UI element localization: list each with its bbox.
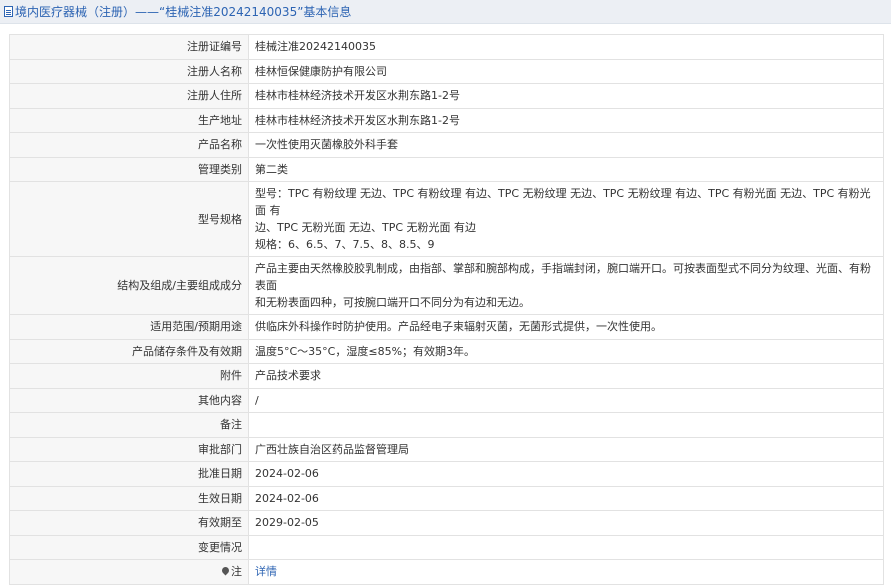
table-row: 产品储存条件及有效期 温度5°C～35°C，湿度≤85%；有效期3年。: [9, 338, 884, 364]
row-label-attachment: 附件: [9, 363, 249, 389]
row-label-structure-composition: 结构及组成/主要组成成分: [9, 256, 249, 315]
registration-number-value: 桂械注准20242140035: [248, 34, 884, 60]
row-label-management-category: 管理类别: [9, 156, 249, 182]
document-icon: [4, 6, 13, 17]
row-label-valid-until: 有效期至: [9, 510, 249, 536]
table-row: 产品名称 一次性使用灭菌橡胶外科手套: [9, 132, 884, 158]
approval-department-value: 广西壮族自治区药品监督管理局: [248, 436, 884, 462]
row-label-note: 注: [9, 559, 249, 585]
note-value: 详情: [248, 559, 884, 585]
row-label-registrant-address: 注册人住所: [9, 83, 249, 109]
structure-composition-line: 产品主要由天然橡胶胶乳制成，由指部、掌部和腕部构成，手指端封闭，腕口端开口。可按…: [255, 262, 871, 292]
page-header: 境内医疗器械（注册）——“桂械注准20242140035”基本信息: [0, 0, 891, 24]
row-label-product-name: 产品名称: [9, 132, 249, 158]
row-label-production-address: 生产地址: [9, 107, 249, 133]
model-spec-line: 边、TPC 无粉光面 无边、TPC 无粉光面 有边: [255, 221, 477, 234]
product-name-value: 一次性使用灭菌橡胶外科手套: [248, 132, 884, 158]
model-spec-line: 规格：6、6.5、7、7.5、8、8.5、9: [255, 238, 435, 251]
model-spec-value: 型号：TPC 有粉纹理 无边、TPC 有粉纹理 有边、TPC 无粉纹理 无边、T…: [248, 181, 884, 257]
change-history-value: [248, 534, 884, 560]
intended-use-value: 供临床外科操作时防护使用。产品经电子束辐射灭菌，无菌形式提供，一次性使用。: [248, 314, 884, 340]
row-label-model-spec: 型号规格: [9, 181, 249, 257]
row-label-other-content: 其他内容: [9, 387, 249, 413]
other-content-value: /: [248, 387, 884, 413]
table-row: 型号规格 型号：TPC 有粉纹理 无边、TPC 有粉纹理 有边、TPC 无粉纹理…: [9, 181, 884, 257]
page-title: 境内医疗器械（注册）——“桂械注准20242140035”基本信息: [15, 5, 352, 19]
note-label-text: 注: [231, 565, 242, 579]
table-row: 附件 产品技术要求: [9, 363, 884, 389]
structure-composition-line: 和无粉表面四种，可按腕口端开口不同分为有边和无边。: [255, 296, 530, 309]
row-label-approval-date: 批准日期: [9, 461, 249, 487]
location-pin-icon: [220, 565, 231, 576]
table-row: 有效期至 2029-02-05: [9, 510, 884, 536]
model-spec-line: 型号：TPC 有粉纹理 无边、TPC 有粉纹理 有边、TPC 无粉纹理 无边、T…: [255, 187, 871, 217]
table-row: 审批部门 广西壮族自治区药品监督管理局: [9, 436, 884, 462]
valid-until-value: 2029-02-05: [248, 510, 884, 536]
storage-validity-value: 温度5°C～35°C，湿度≤85%；有效期3年。: [248, 338, 884, 364]
row-label-remarks: 备注: [9, 412, 249, 438]
structure-composition-value: 产品主要由天然橡胶胶乳制成，由指部、掌部和腕部构成，手指端封闭，腕口端开口。可按…: [248, 256, 884, 315]
row-label-effective-date: 生效日期: [9, 485, 249, 511]
table-row: 适用范围/预期用途 供临床外科操作时防护使用。产品经电子束辐射灭菌，无菌形式提供…: [9, 314, 884, 340]
effective-date-value: 2024-02-06: [248, 485, 884, 511]
table-row: 注册人住所 桂林市桂林经济技术开发区水荆东路1-2号: [9, 83, 884, 109]
approval-date-value: 2024-02-06: [248, 461, 884, 487]
row-label-change-history: 变更情况: [9, 534, 249, 560]
table-row: 注册人名称 桂林恒保健康防护有限公司: [9, 58, 884, 84]
management-category-value: 第二类: [248, 156, 884, 182]
details-link[interactable]: 详情: [255, 565, 277, 578]
table-row: 生效日期 2024-02-06: [9, 485, 884, 511]
row-label-registration-number: 注册证编号: [9, 34, 249, 60]
table-row: 变更情况: [9, 534, 884, 560]
attachment-value: 产品技术要求: [248, 363, 884, 389]
table-row: 注册证编号 桂械注准20242140035: [9, 34, 884, 60]
production-address-value: 桂林市桂林经济技术开发区水荆东路1-2号: [248, 107, 884, 133]
remarks-value: [248, 412, 884, 438]
row-label-registrant-name: 注册人名称: [9, 58, 249, 84]
table-row: 备注: [9, 412, 884, 438]
row-label-approval-department: 审批部门: [9, 436, 249, 462]
table-row: 其他内容 /: [9, 387, 884, 413]
registrant-address-value: 桂林市桂林经济技术开发区水荆东路1-2号: [248, 83, 884, 109]
row-label-intended-use: 适用范围/预期用途: [9, 314, 249, 340]
row-label-storage-validity: 产品储存条件及有效期: [9, 338, 249, 364]
table-row: 管理类别 第二类: [9, 156, 884, 182]
table-row: 批准日期 2024-02-06: [9, 461, 884, 487]
device-info-table: 注册证编号 桂械注准20242140035 注册人名称 桂林恒保健康防护有限公司…: [9, 34, 884, 585]
table-row: 生产地址 桂林市桂林经济技术开发区水荆东路1-2号: [9, 107, 884, 133]
table-row: 结构及组成/主要组成成分 产品主要由天然橡胶胶乳制成，由指部、掌部和腕部构成，手…: [9, 256, 884, 315]
registrant-name-value: 桂林恒保健康防护有限公司: [248, 58, 884, 84]
table-row: 注 详情: [9, 559, 884, 585]
